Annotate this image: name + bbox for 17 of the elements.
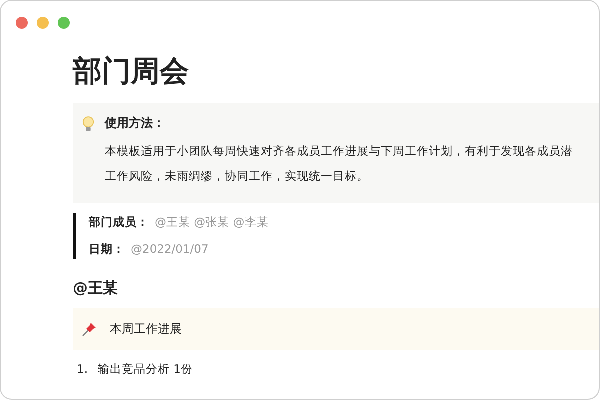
callout-text-line: 本模板适用于小团队每周快速对齐各成员工作进展与下周工作计划，有利于发现各成员潜 xyxy=(105,143,573,160)
callout-heading: 使用方法： xyxy=(105,115,165,132)
lightbulb-icon xyxy=(82,116,95,133)
property-value: @2022/01/07 xyxy=(131,241,209,258)
callout-text: 本周工作进展 xyxy=(110,320,182,338)
pushpin-icon xyxy=(82,321,98,337)
section-heading: @王某 xyxy=(73,278,118,299)
window-control-button[interactable] xyxy=(37,17,49,29)
list-item-text: 输出竞品分析 1份 xyxy=(98,362,193,377)
page-title: 部门周会 xyxy=(73,53,189,90)
property-label: 部门成员： xyxy=(89,214,149,231)
callout-text-line: 工作风险，未雨绸缪，协同工作，实现统一目标。 xyxy=(105,168,369,185)
window-control-button[interactable] xyxy=(16,17,28,29)
property-value: @王某 @张某 @李某 xyxy=(155,214,269,231)
list-number: 1. xyxy=(77,362,88,377)
property-label: 日期： xyxy=(89,241,125,258)
window-control-button[interactable] xyxy=(58,17,70,29)
